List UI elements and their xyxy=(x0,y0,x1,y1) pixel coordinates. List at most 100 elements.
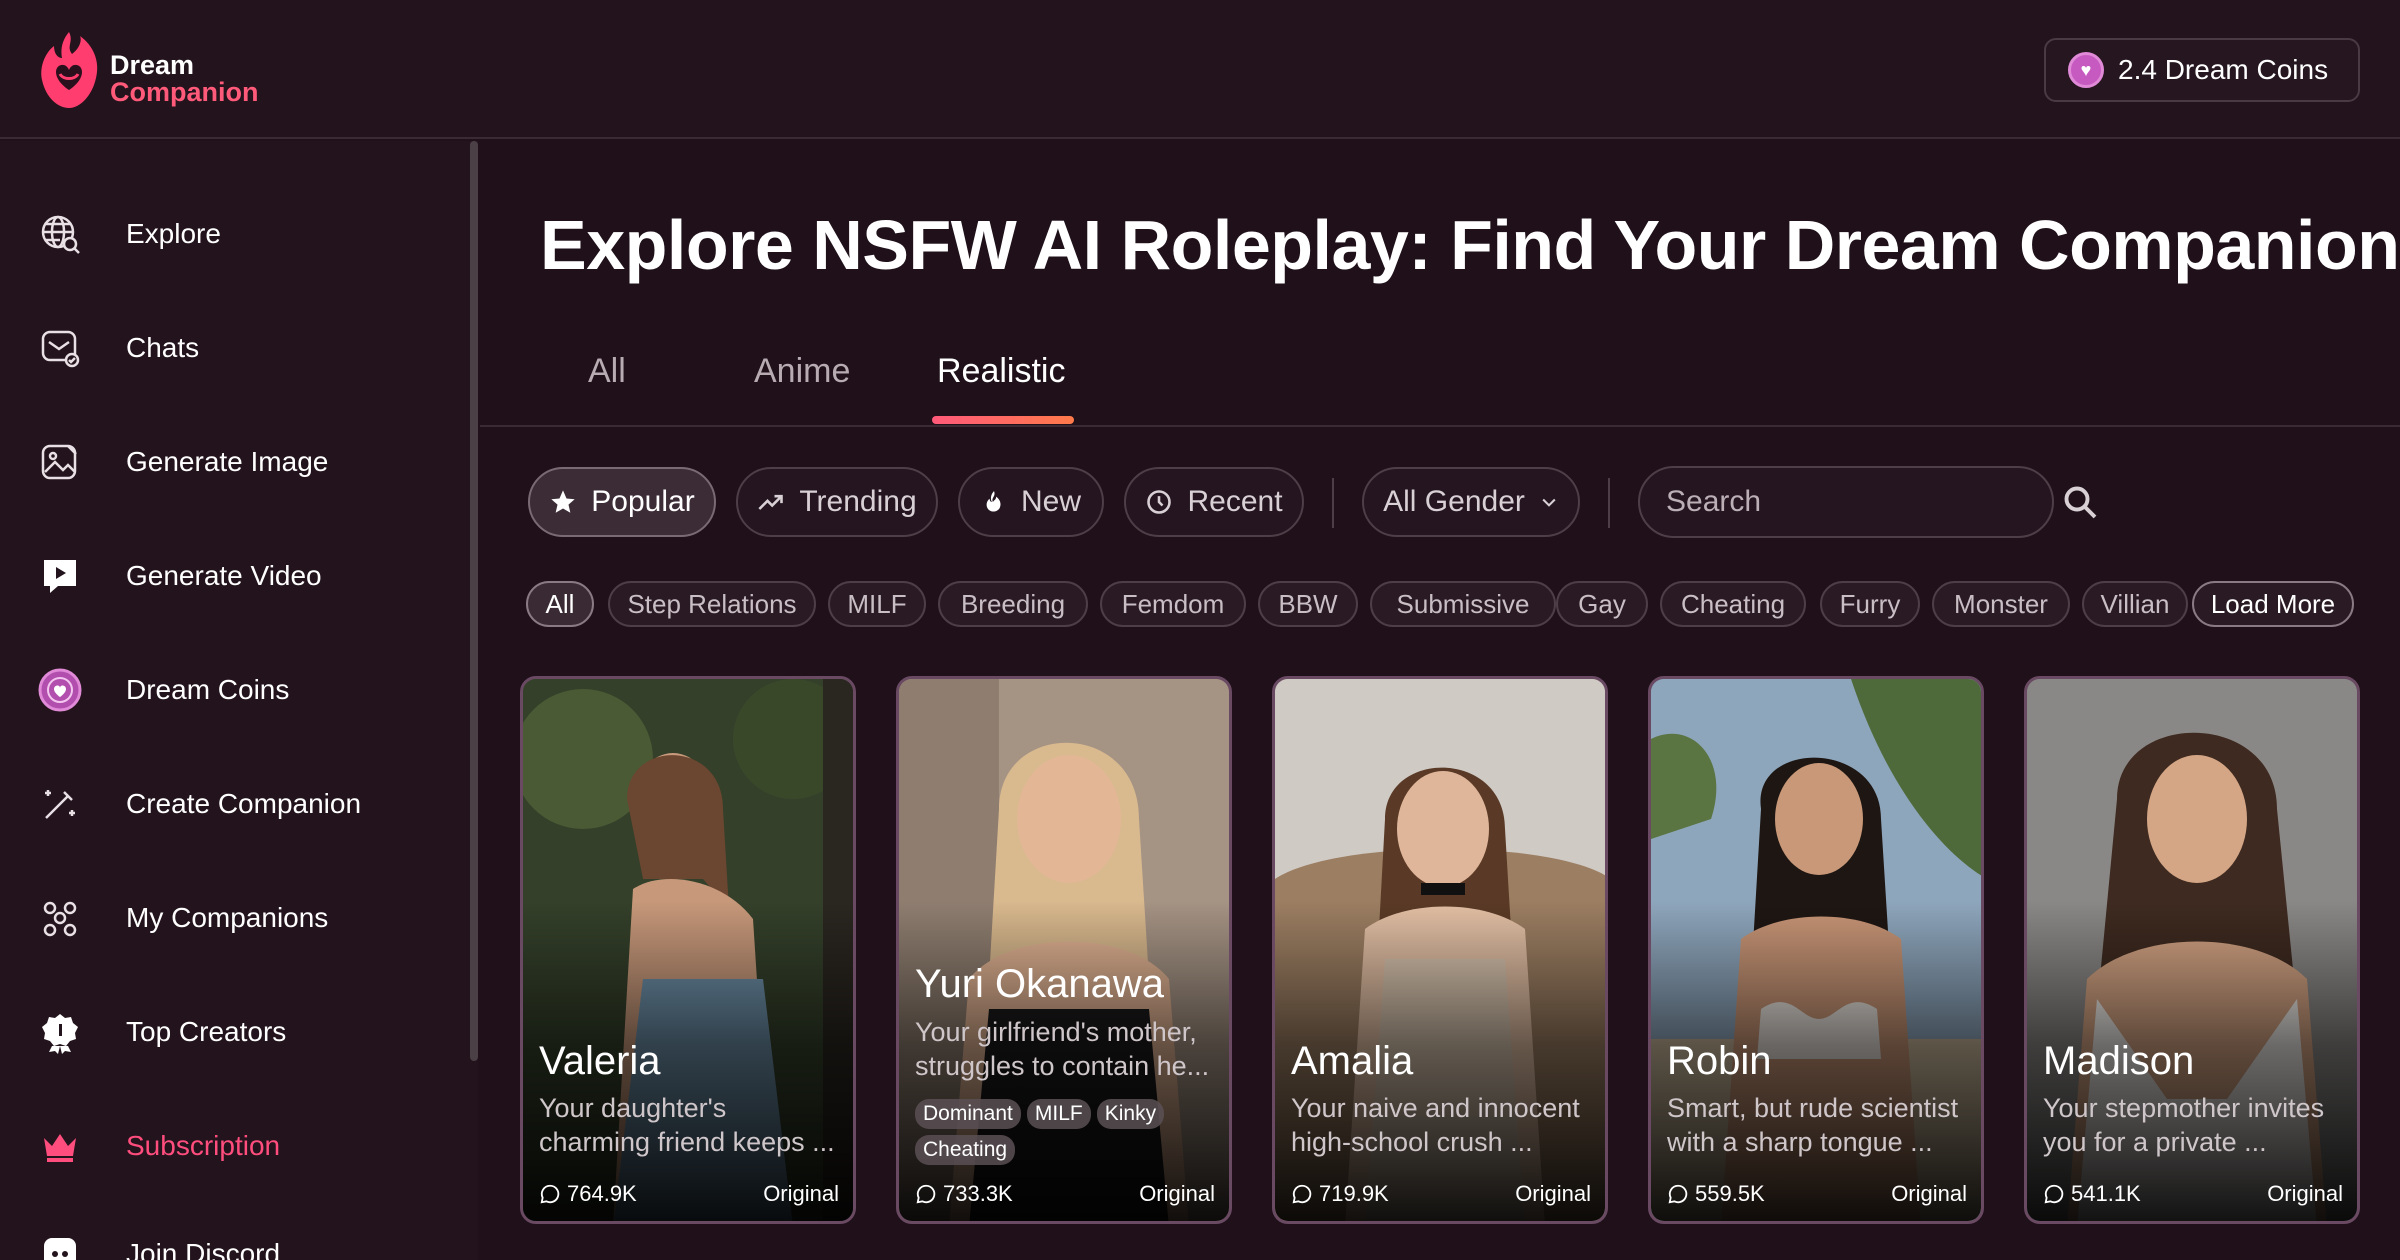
brand-logo[interactable]: Dream Companion xyxy=(36,28,296,112)
sort-new-button[interactable]: New xyxy=(958,467,1104,537)
companion-card[interactable]: Valeria Your daughter's charming friend … xyxy=(520,676,856,1224)
star-icon xyxy=(551,490,575,513)
chat-icon xyxy=(41,330,80,368)
chat-count-value: 719.9K xyxy=(1319,1181,1389,1206)
companion-card[interactable]: Madison Your stepmother invites you for … xyxy=(2024,676,2360,1224)
companion-name: Yuri Okanawa xyxy=(915,962,1165,1006)
tag-breeding[interactable]: Breeding xyxy=(938,581,1088,627)
tag-milf[interactable]: MILF xyxy=(828,581,926,627)
sidebar-item-label: Subscription xyxy=(126,1130,281,1161)
companion-name: Valeria xyxy=(539,1039,661,1083)
sort-label: Popular xyxy=(591,485,695,518)
tag-furry[interactable]: Furry xyxy=(1820,581,1920,627)
search-icon[interactable] xyxy=(2062,484,2098,520)
sidebar-item-label: Chats xyxy=(126,332,200,363)
sidebar-item-subscription[interactable]: Subscription xyxy=(38,1116,458,1176)
tab-realistic[interactable]: Realistic xyxy=(937,352,1065,391)
sidebar-scrollbar[interactable] xyxy=(470,141,478,1061)
sidebar-item-top-creators[interactable]: Top Creators xyxy=(38,1002,458,1062)
tag-step-relations[interactable]: Step Relations xyxy=(608,581,816,627)
flame-icon xyxy=(986,491,1001,512)
original-badge: Original xyxy=(2267,1181,2343,1206)
companion-tag: Cheating xyxy=(915,1135,1016,1165)
clock-icon xyxy=(1147,490,1172,514)
sidebar-item-generate-video[interactable]: Generate Video xyxy=(38,546,458,606)
chat-bubble-icon xyxy=(1292,1184,1312,1204)
dream-coins-button[interactable]: ♥ 2.4 Dream Coins xyxy=(2044,38,2360,102)
sidebar-item-explore[interactable]: Explore xyxy=(38,204,458,264)
sidebar-item-create-companion[interactable]: Create Companion xyxy=(38,774,458,834)
sidebar-item-label: My Companions xyxy=(126,902,329,933)
sort-popular-button[interactable]: Popular xyxy=(528,467,716,537)
discord-icon xyxy=(44,1238,76,1260)
companion-tags: Dominant MILF Kinky Cheating xyxy=(915,1099,1225,1165)
crown-icon xyxy=(44,1134,76,1162)
chat-count-value: 764.9K xyxy=(567,1181,637,1206)
chat-bubble-icon xyxy=(1668,1184,1688,1204)
sort-trending-button[interactable]: Trending xyxy=(736,467,938,537)
chat-count: 719.9K xyxy=(1291,1181,1389,1207)
search-placeholder: Search xyxy=(1666,485,1762,518)
sort-label: Recent xyxy=(1187,485,1283,518)
filter-divider xyxy=(1608,478,1610,528)
people-icon xyxy=(43,901,77,937)
original-badge: Original xyxy=(1515,1181,1591,1206)
tag-cheating[interactable]: Cheating xyxy=(1660,581,1806,627)
tag-bbw[interactable]: BBW xyxy=(1258,581,1358,627)
tag-femdom[interactable]: Femdom xyxy=(1100,581,1246,627)
award-icon xyxy=(42,1014,78,1054)
sidebar-item-label: Generate Image xyxy=(126,446,329,477)
sidebar-item-my-companions[interactable]: My Companions xyxy=(38,888,458,948)
tag-gay[interactable]: Gay xyxy=(1556,581,1648,627)
companion-tag: Dominant xyxy=(915,1099,1021,1129)
chat-count-value: 541.1K xyxy=(2071,1181,2141,1206)
companion-card[interactable]: Amalia Your naive and innocent high-scho… xyxy=(1272,676,1608,1224)
companion-card[interactable]: Robin Smart, but rude scientist with a s… xyxy=(1648,676,1984,1224)
sidebar-item-generate-image[interactable]: Generate Image xyxy=(38,432,458,492)
chat-count: 764.9K xyxy=(539,1181,637,1207)
image-edit-icon xyxy=(41,444,77,480)
chat-bubble-icon xyxy=(540,1184,560,1204)
active-tab-indicator xyxy=(932,416,1074,424)
tab-all[interactable]: All xyxy=(588,352,626,391)
companion-description: Smart, but rude scientist with a sharp t… xyxy=(1667,1093,1959,1157)
chat-bubble-icon xyxy=(916,1184,936,1204)
filter-divider xyxy=(1332,478,1334,528)
sort-recent-button[interactable]: Recent xyxy=(1124,467,1304,537)
companion-description: Your daughter's charming friend keeps ..… xyxy=(539,1093,835,1157)
tag-villian[interactable]: Villian xyxy=(2082,581,2188,627)
chat-count: 733.3K xyxy=(915,1181,1013,1207)
chat-count: 541.1K xyxy=(2043,1181,2141,1207)
chat-count-value: 559.5K xyxy=(1695,1181,1765,1206)
tab-anime[interactable]: Anime xyxy=(754,352,850,391)
sort-label: Trending xyxy=(799,485,917,518)
companion-card[interactable]: Yuri Okanawa Your girlfriend's mother, s… xyxy=(896,676,1232,1224)
search-input[interactable]: Search xyxy=(1638,466,2054,538)
trending-up-icon xyxy=(758,494,784,510)
companion-description: Your girlfriend's mother, struggles to c… xyxy=(915,1017,1210,1081)
sidebar-item-dream-coins[interactable]: Dream Coins xyxy=(38,660,458,720)
companion-description: Your stepmother invites you for a privat… xyxy=(2043,1093,2325,1157)
brand-name: Dream Companion xyxy=(110,52,259,106)
gender-select-value: All Gender xyxy=(1383,485,1525,518)
original-badge: Original xyxy=(1891,1181,1967,1206)
video-chat-icon xyxy=(44,560,76,593)
load-more-tags-button[interactable]: Load More xyxy=(2192,581,2354,627)
sidebar-item-label: Generate Video xyxy=(126,560,322,591)
tag-all[interactable]: All xyxy=(526,581,594,627)
brand-line-2: Companion xyxy=(110,77,259,107)
companion-description: Your naive and innocent high-school crus… xyxy=(1291,1093,1580,1157)
tag-submissive[interactable]: Submissive xyxy=(1370,581,1556,627)
original-badge: Original xyxy=(763,1181,839,1206)
sidebar-item-label: Join Discord xyxy=(126,1238,281,1260)
sort-label: New xyxy=(1020,485,1081,518)
magic-wand-icon xyxy=(45,790,75,819)
gender-select[interactable]: All Gender xyxy=(1362,467,1580,537)
tag-monster[interactable]: Monster xyxy=(1932,581,2070,627)
companion-tag: Kinky xyxy=(1096,1099,1165,1129)
companion-name: Robin xyxy=(1667,1039,1772,1083)
sidebar-item-join-discord[interactable]: Join Discord xyxy=(38,1224,458,1260)
brand-line-1: Dream xyxy=(110,50,195,80)
globe-search-icon xyxy=(41,215,80,254)
sidebar-item-chats[interactable]: Chats xyxy=(38,318,458,378)
